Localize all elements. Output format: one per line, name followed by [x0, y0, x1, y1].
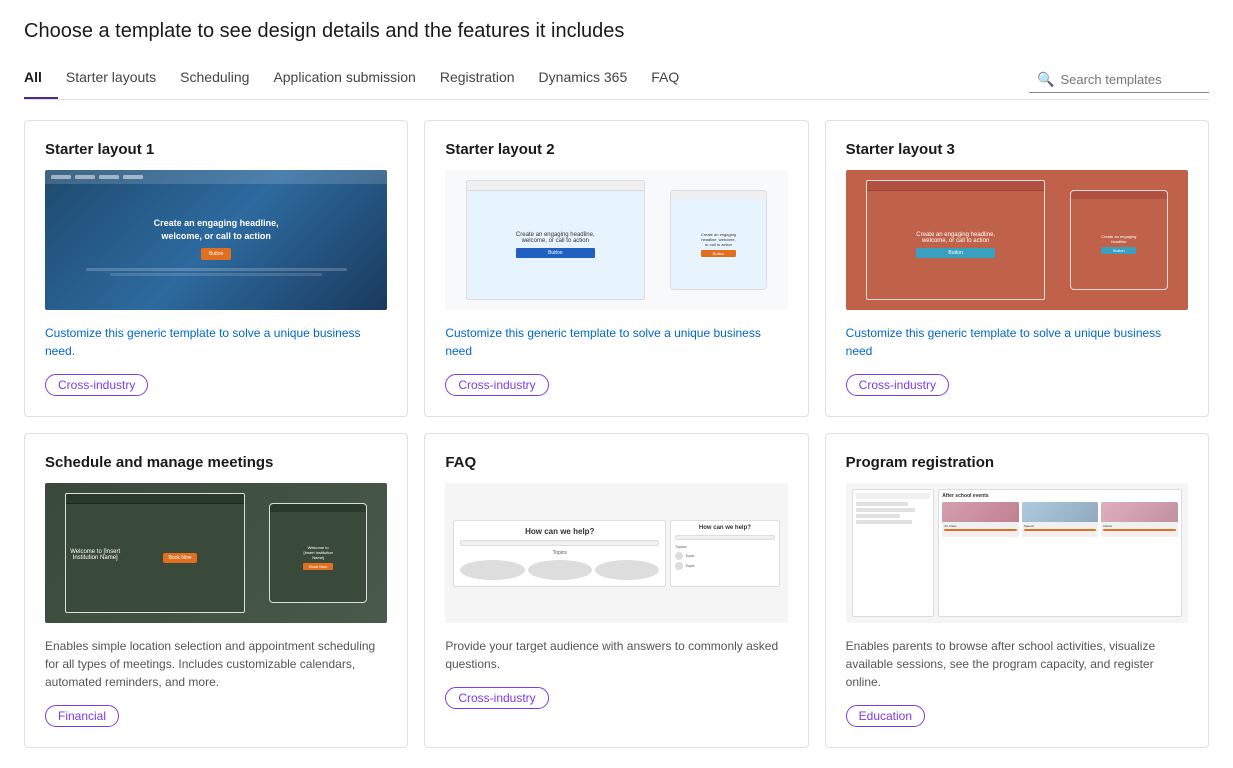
- tab-registration[interactable]: Registration: [440, 61, 531, 99]
- template-card-starter-layout-3[interactable]: Starter layout 3 Create an engaging head…: [825, 120, 1209, 417]
- page-title: Choose a template to see design details …: [24, 20, 1209, 43]
- card-title: Schedule and manage meetings: [45, 454, 387, 471]
- description-link[interactable]: Customize this generic template to solve…: [45, 326, 361, 358]
- tab-dynamics-365[interactable]: Dynamics 365: [539, 61, 644, 99]
- preview-hero: Create an engaging headline,welcome, or …: [45, 184, 387, 310]
- card-title: Starter layout 3: [846, 141, 1188, 158]
- template-card-faq[interactable]: FAQ How can we help? Topics How: [424, 433, 808, 748]
- template-card-program-registration[interactable]: Program registration After school events…: [825, 433, 1209, 748]
- card-title: Starter layout 1: [45, 141, 387, 158]
- card-title: Program registration: [846, 454, 1188, 471]
- description-link[interactable]: Customize this generic template to solve…: [445, 326, 761, 358]
- template-card-starter-layout-2[interactable]: Starter layout 2 Create an engaging head…: [424, 120, 808, 417]
- tab-application-submission[interactable]: Application submission: [273, 61, 431, 99]
- description-link[interactable]: Customize this generic template to solve…: [846, 326, 1162, 358]
- card-tag[interactable]: Cross-industry: [445, 374, 548, 396]
- card-tag[interactable]: Financial: [45, 705, 119, 727]
- card-description: Customize this generic template to solve…: [445, 324, 787, 360]
- tab-starter-layouts[interactable]: Starter layouts: [66, 61, 172, 99]
- card-preview: How can we help? Topics How can we help?…: [445, 483, 787, 623]
- search-container: 🔍: [1029, 67, 1209, 93]
- templates-grid: Starter layout 1 Create an engaging head…: [24, 120, 1209, 748]
- template-card-starter-layout-1[interactable]: Starter layout 1 Create an engaging head…: [24, 120, 408, 417]
- nav-tabs: All Starter layouts Scheduling Applicati…: [24, 61, 1029, 99]
- nav-bar: All Starter layouts Scheduling Applicati…: [24, 61, 1209, 100]
- card-tag[interactable]: Education: [846, 705, 925, 727]
- tab-faq[interactable]: FAQ: [651, 61, 695, 99]
- tab-all[interactable]: All: [24, 61, 58, 99]
- card-preview: Create an engaging headline,welcome, or …: [846, 170, 1188, 310]
- card-description: Customize this generic template to solve…: [846, 324, 1188, 360]
- card-title: FAQ: [445, 454, 787, 471]
- card-description: Enables simple location selection and ap…: [45, 637, 387, 691]
- tab-scheduling[interactable]: Scheduling: [180, 61, 265, 99]
- search-icon: 🔍: [1037, 71, 1054, 88]
- card-description: Enables parents to browse after school a…: [846, 637, 1188, 691]
- template-card-schedule-meetings[interactable]: Schedule and manage meetings Welcome to …: [24, 433, 408, 748]
- nav-strip: [45, 170, 387, 184]
- card-description: Customize this generic template to solve…: [45, 324, 387, 360]
- card-preview: Welcome to [InsertInstitution Name] Book…: [45, 483, 387, 623]
- card-tag[interactable]: Cross-industry: [45, 374, 148, 396]
- card-preview: Create an engaging headline,welcome, or …: [445, 170, 787, 310]
- card-description: Provide your target audience with answer…: [445, 637, 787, 673]
- card-tag[interactable]: Cross-industry: [445, 687, 548, 709]
- card-preview: Create an engaging headline,welcome, or …: [45, 170, 387, 310]
- page-container: Choose a template to see design details …: [0, 0, 1233, 768]
- card-tag[interactable]: Cross-industry: [846, 374, 949, 396]
- search-input[interactable]: [1060, 72, 1200, 87]
- card-title: Starter layout 2: [445, 141, 787, 158]
- card-preview: After school events Art Class Speech: [846, 483, 1188, 623]
